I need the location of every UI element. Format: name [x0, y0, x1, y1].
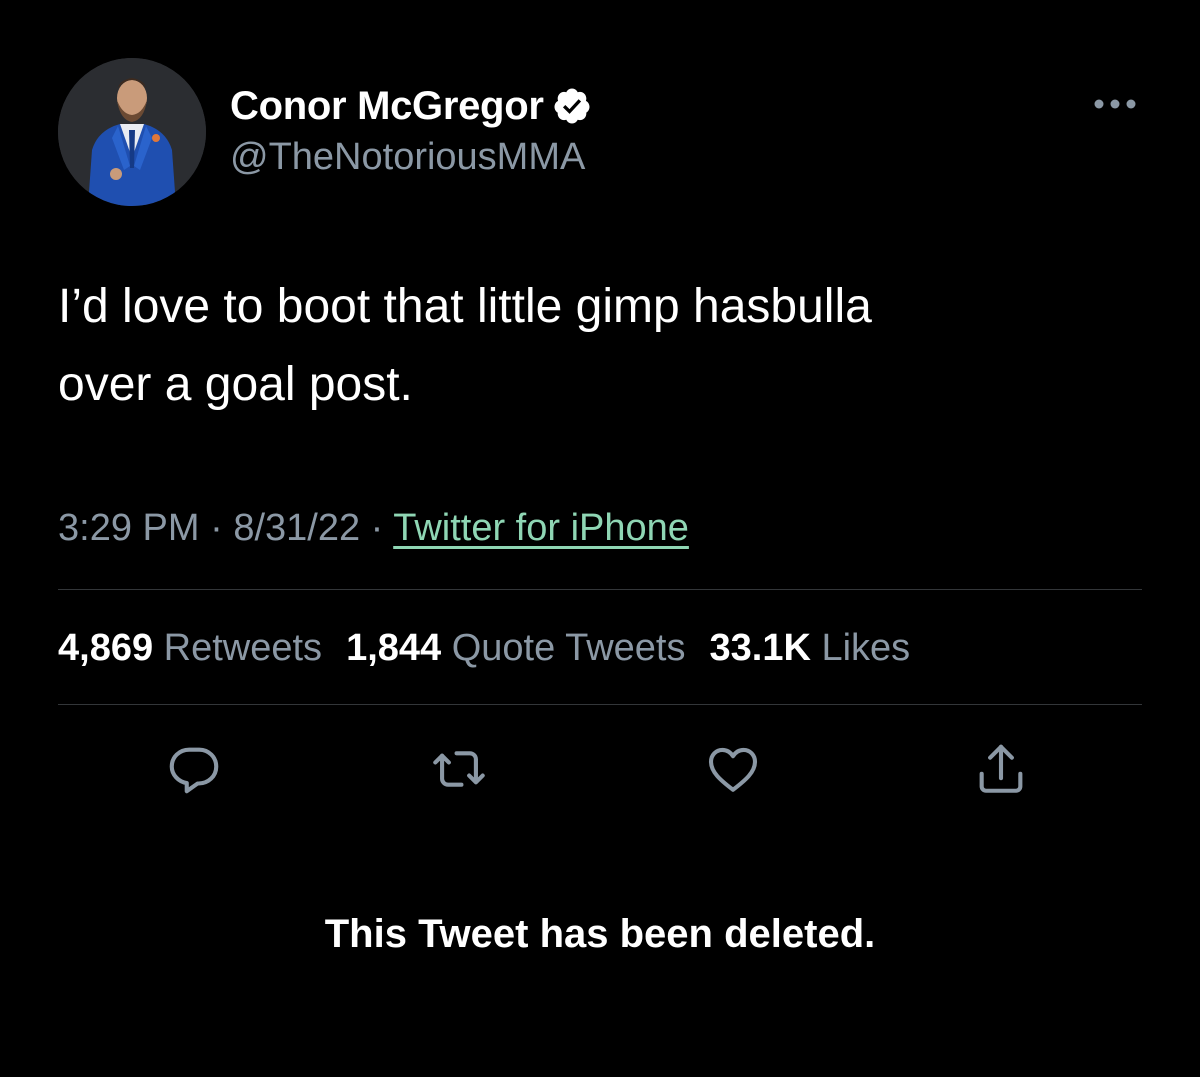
divider: [58, 704, 1142, 705]
verified-badge-icon: [552, 86, 592, 126]
tweet-text: I’d love to boot that little gimp hasbul…: [58, 268, 1158, 424]
tweet-text-line: I’d love to boot that little gimp hasbul…: [58, 280, 872, 333]
divider: [58, 589, 1142, 590]
quote-tweets-count: 1,844: [346, 627, 442, 669]
quote-tweets-label: Quote Tweets: [451, 627, 686, 669]
retweet-icon[interactable]: [430, 740, 488, 798]
share-icon[interactable]: [972, 740, 1030, 798]
profile-photo: [58, 58, 206, 206]
tweet-stats: 4,869 Retweets 1,844 Quote Tweets 33.1K …: [58, 620, 934, 676]
separator: ·: [210, 507, 223, 549]
likes-count: 33.1K: [709, 627, 811, 669]
tweet-time[interactable]: 3:29 PM: [58, 507, 200, 549]
tweet-metadata: 3:29 PM · 8/31/22 · Twitter for iPhone: [58, 500, 689, 556]
tweet-source-link[interactable]: Twitter for iPhone: [393, 507, 689, 549]
likes-label: Likes: [821, 627, 911, 669]
like-icon[interactable]: [704, 740, 762, 798]
reply-icon[interactable]: [165, 740, 223, 798]
tweet-date[interactable]: 8/31/22: [233, 507, 360, 549]
likes-stat[interactable]: 33.1K Likes: [710, 620, 911, 676]
retweets-stat[interactable]: 4,869 Retweets: [58, 620, 322, 676]
quote-tweets-stat[interactable]: 1,844 Quote Tweets: [346, 620, 685, 676]
author-name-row[interactable]: Conor McGregor: [230, 80, 592, 132]
more-options-icon[interactable]: [1088, 92, 1142, 116]
deleted-notice: This Tweet has been deleted.: [324, 912, 876, 956]
separator: ·: [370, 507, 384, 549]
tweet-text-line: over a goal post.: [58, 358, 413, 411]
avatar[interactable]: [58, 58, 206, 206]
retweets-count: 4,869: [58, 627, 154, 669]
author-display-name[interactable]: Conor McGregor: [230, 84, 544, 129]
author-handle[interactable]: @TheNotoriousMMA: [230, 136, 585, 179]
retweets-label: Retweets: [163, 627, 323, 669]
